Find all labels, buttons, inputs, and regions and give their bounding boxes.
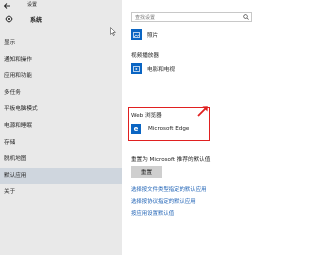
photo-app-name: 照片	[147, 32, 159, 39]
gear-icon	[5, 15, 13, 23]
sidebar-item-power-sleep[interactable]: 电源和睡眠	[0, 118, 122, 135]
sidebar-item-display[interactable]: 显示	[0, 35, 122, 52]
sidebar-item-storage[interactable]: 存储	[0, 135, 122, 152]
title-bar: 设置	[0, 0, 122, 12]
back-arrow-icon[interactable]	[3, 2, 11, 10]
sidebar-item-multitasking[interactable]: 多任务	[0, 85, 122, 102]
sidebar-item-offline-maps[interactable]: 脱机地图	[0, 151, 122, 168]
video-player-row[interactable]: 电影和电视	[131, 63, 175, 74]
settings-header-label: 系统	[30, 17, 43, 24]
sidebar-item-notifications[interactable]: 通知和操作	[0, 52, 122, 69]
sidebar-nav: 显示 通知和操作 应用和功能 多任务 平板电脑模式 电源和睡眠 存储 脱机地图 …	[0, 35, 122, 201]
link-default-by-protocol[interactable]: 选择按协议指定的默认应用	[131, 197, 196, 205]
video-icon	[131, 63, 142, 74]
sidebar-item-tablet-mode[interactable]: 平板电脑模式	[0, 101, 122, 118]
video-section-label: 视频播放器	[131, 53, 159, 59]
reset-button[interactable]: 重置	[131, 166, 162, 178]
link-set-defaults-by-app[interactable]: 按应用设置默认值	[131, 209, 174, 217]
red-arrow-icon	[197, 106, 208, 117]
search-icon[interactable]	[243, 14, 249, 20]
reset-description: 重置为 Microsoft 推荐的默认值	[131, 157, 211, 163]
sidebar-item-about[interactable]: 关于	[0, 184, 122, 201]
sidebar: 设置 系统 显示 通知和操作 应用和功能 多任务 平板电脑模式 电源和睡眠 存储…	[0, 0, 122, 255]
search-input[interactable]: 查找设置	[131, 12, 252, 22]
search-placeholder: 查找设置	[135, 15, 156, 21]
sidebar-item-default-apps[interactable]: 默认应用	[0, 167, 122, 185]
sidebar-item-apps-features[interactable]: 应用和功能	[0, 68, 122, 85]
settings-header: 系统	[3, 14, 121, 24]
window-title: 设置	[27, 2, 38, 8]
photos-icon	[131, 29, 142, 40]
photo-viewer-row[interactable]: 照片	[131, 29, 158, 40]
mouse-cursor-icon	[110, 27, 116, 36]
link-default-by-file-type[interactable]: 选择按文件类型指定的默认应用	[131, 185, 206, 193]
video-app-name: 电影和电视	[147, 66, 175, 73]
